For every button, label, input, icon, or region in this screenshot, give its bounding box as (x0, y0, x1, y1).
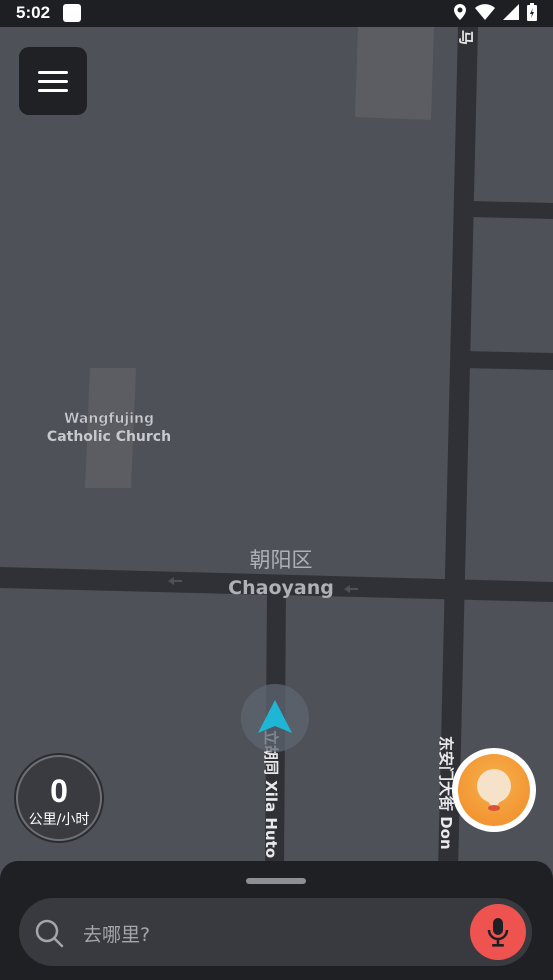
status-bar: 5:02 (0, 0, 553, 27)
speedometer: 0 公里/小时 (16, 755, 102, 841)
poi-label[interactable]: Wangfujing (64, 411, 155, 428)
report-button[interactable] (452, 748, 536, 832)
status-time: 5:02 (16, 3, 51, 22)
voice-button[interactable] (470, 904, 526, 960)
hamburger-icon-line (38, 88, 68, 92)
map-building (355, 27, 434, 120)
speed-value: 0 (50, 773, 68, 809)
street-label: 马 (457, 30, 475, 45)
status-icons (453, 3, 537, 21)
menu-button[interactable] (19, 47, 87, 115)
report-icon (477, 769, 511, 811)
search-input[interactable]: 去哪里? (83, 920, 150, 947)
poi-label[interactable]: Catholic Church (47, 429, 171, 445)
drag-handle[interactable] (246, 878, 306, 884)
map-road-branch (460, 351, 553, 370)
speed-unit: 公里/小时 (28, 812, 90, 828)
hamburger-icon-line (38, 79, 68, 83)
search-bar[interactable]: 去哪里? (19, 898, 532, 966)
map-view[interactable]: Wangfujing Catholic Church 朝阳区 Chaoyang … (0, 27, 553, 980)
signal-icon (503, 4, 519, 20)
wifi-icon (475, 4, 495, 20)
search-icon (35, 919, 64, 948)
battery-icon (527, 3, 537, 21)
hamburger-icon (38, 70, 68, 74)
map-road-branch (470, 201, 553, 219)
report-button-inner (458, 754, 530, 826)
map-building (85, 368, 136, 488)
bottom-panel: 去哪里? (0, 861, 553, 980)
microphone-icon (487, 918, 509, 947)
location-icon (454, 4, 466, 20)
app-notification-icon (63, 4, 81, 22)
district-label-cn: 朝阳区 (250, 548, 313, 572)
district-label-en: Chaoyang (228, 577, 334, 599)
